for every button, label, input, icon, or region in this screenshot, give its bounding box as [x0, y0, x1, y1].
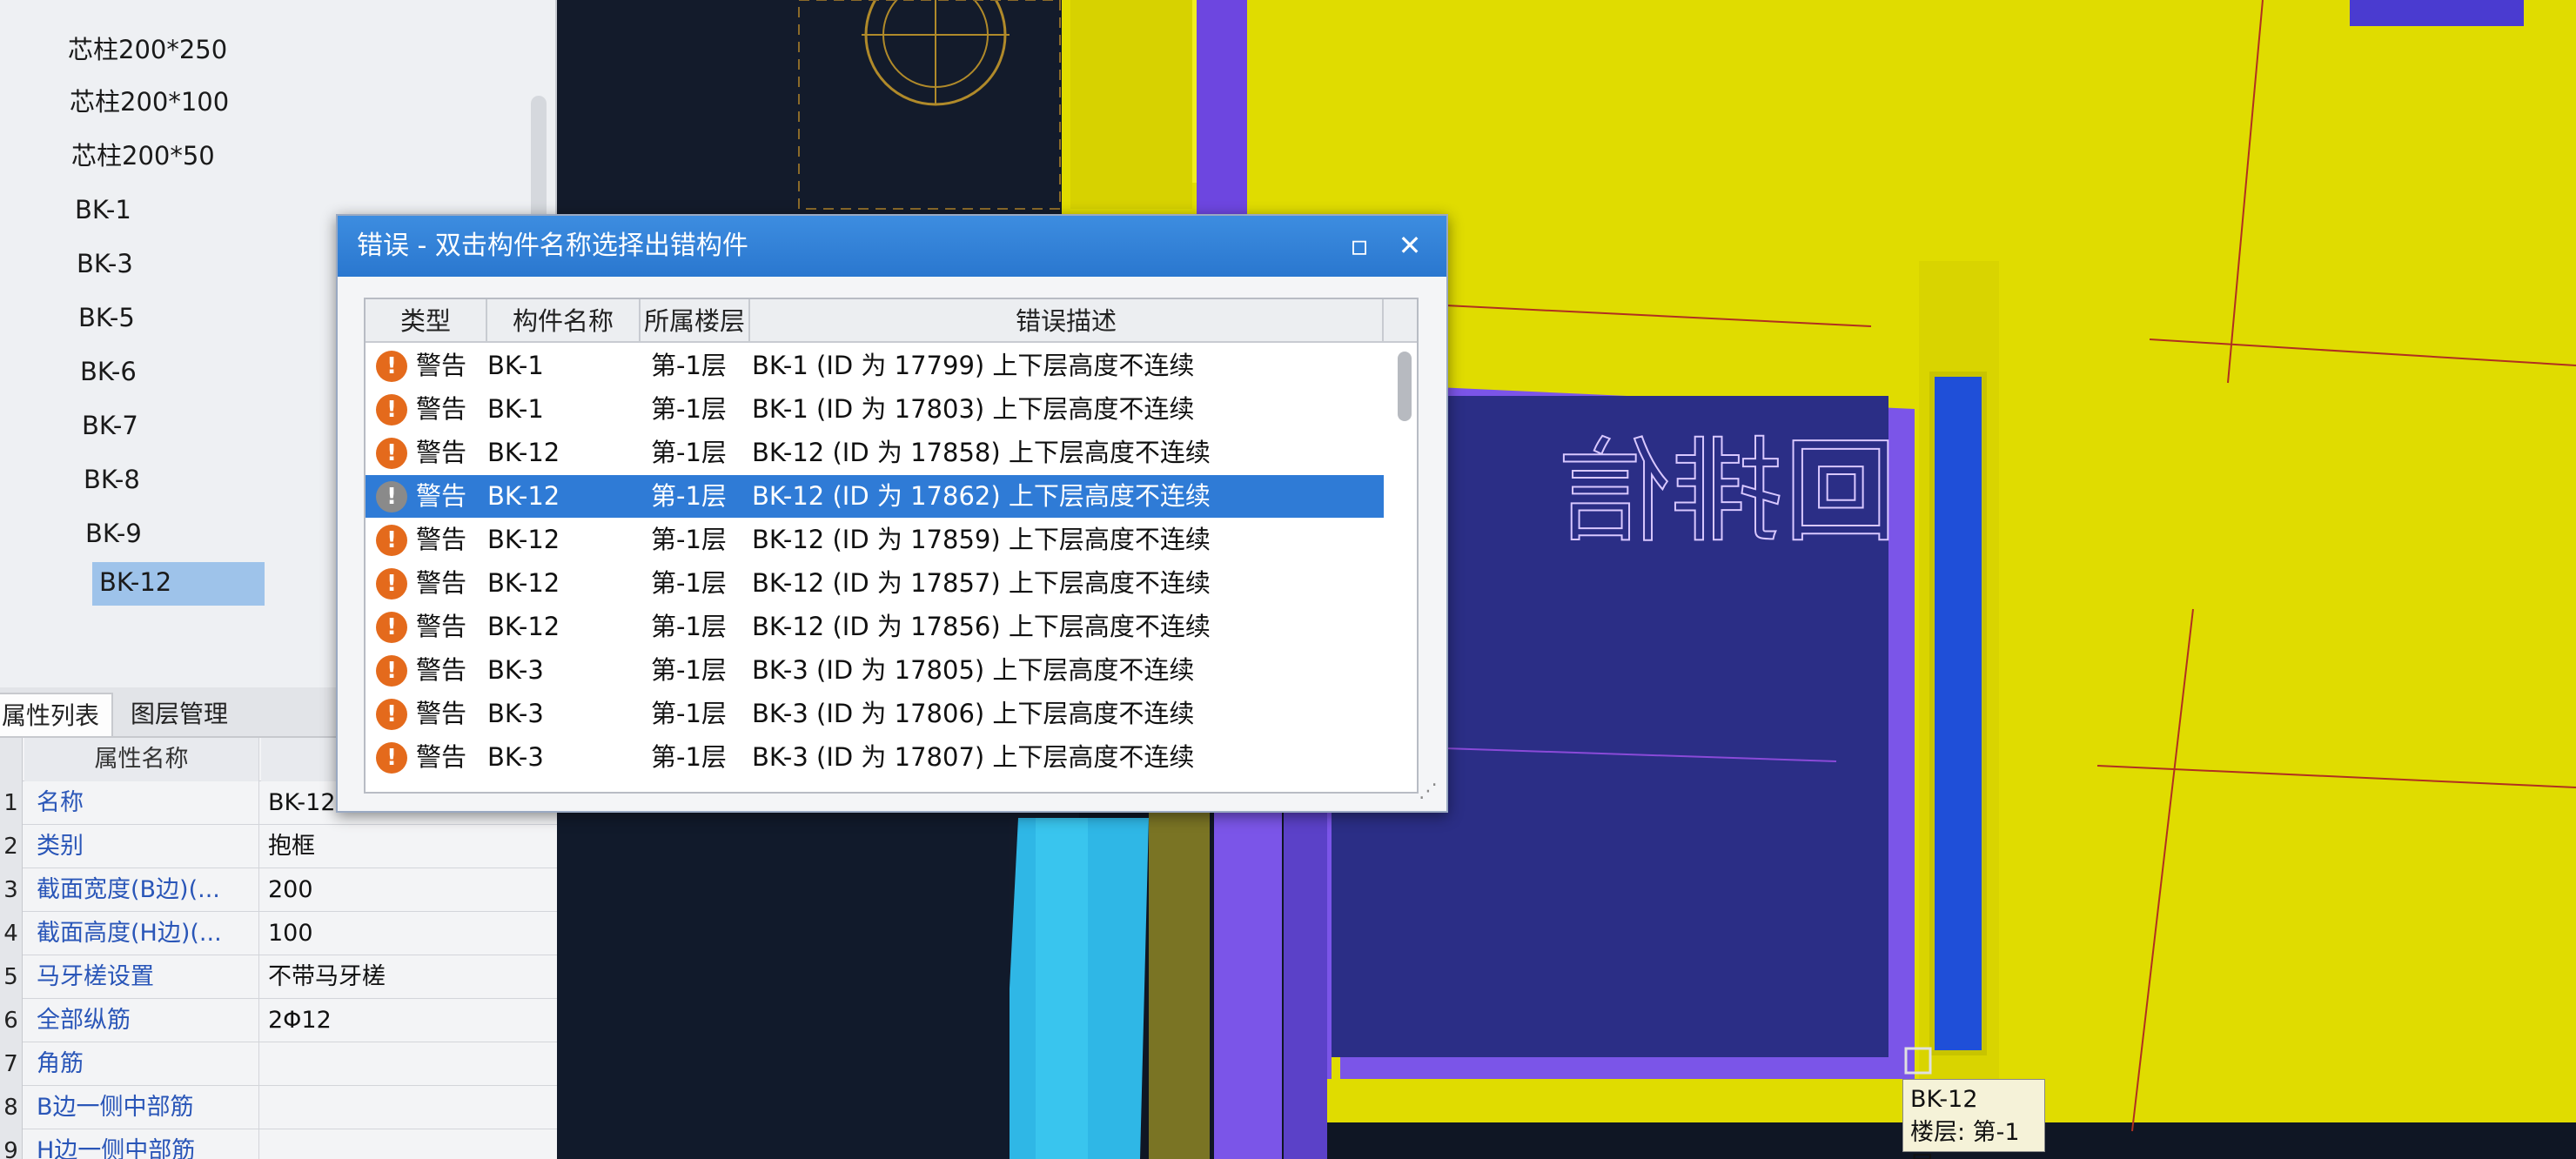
- warning-icon: !: [376, 438, 407, 469]
- column-property-name: 属性名称: [24, 738, 259, 781]
- tree-item[interactable]: BK-3: [70, 244, 140, 284]
- resize-grip-icon[interactable]: ⋰: [1419, 780, 1438, 802]
- tab-layer-manager[interactable]: 图层管理: [118, 693, 240, 736]
- column-desc[interactable]: 错误描述: [750, 299, 1384, 343]
- tree-item[interactable]: BK-5: [71, 298, 142, 338]
- error-row-selected[interactable]: ! 警告 BK-12 第-1层 BK-12 (ID 为 17862) 上下层高度…: [366, 475, 1384, 518]
- error-row[interactable]: ! 警告 BK-12 第-1层 BK-12 (ID 为 17857) 上下层高度…: [366, 562, 1384, 605]
- close-icon[interactable]: ✕: [1392, 228, 1427, 263]
- warning-icon: !: [376, 742, 407, 774]
- tooltip-name: BK-12: [1910, 1086, 1978, 1113]
- tree-item[interactable]: BK-1: [68, 190, 138, 230]
- error-row[interactable]: ! 警告 BK-3 第-1层 BK-3 (ID 为 17806) 上下层高度不连…: [366, 693, 1384, 735]
- tree-item[interactable]: BK-6: [73, 352, 144, 392]
- tree-item[interactable]: 芯柱200*50: [64, 136, 222, 176]
- error-row[interactable]: ! 警告 BK-3 第-1层 BK-3 (ID 为 17807) 上下层高度不连…: [366, 736, 1384, 779]
- restore-icon[interactable]: ▫: [1342, 228, 1377, 263]
- property-row[interactable]: 2 类别 抱框: [0, 825, 557, 868]
- error-list: 类型 构件名称 所属楼层 错误描述 ! 警告 BK-1 第-1层 BK-1 (I…: [364, 298, 1419, 794]
- warning-icon: !: [376, 351, 407, 382]
- warning-icon: !: [376, 655, 407, 687]
- error-list-scrollbar[interactable]: [1398, 352, 1412, 421]
- warning-icon: !: [376, 568, 407, 600]
- warning-icon: !: [376, 394, 407, 425]
- error-row[interactable]: ! 警告 BK-1 第-1层 BK-1 (ID 为 17803) 上下层高度不连…: [366, 388, 1384, 431]
- tree-item[interactable]: 芯柱200*100: [63, 82, 236, 122]
- error-row[interactable]: ! 警告 BK-12 第-1层 BK-12 (ID 为 17859) 上下层高度…: [366, 519, 1384, 561]
- column-name[interactable]: 构件名称: [487, 299, 641, 343]
- column-floor[interactable]: 所属楼层: [641, 299, 750, 343]
- property-row[interactable]: 9 H边一侧中部筋: [0, 1129, 557, 1159]
- tree-item[interactable]: BK-9: [78, 513, 149, 553]
- warning-icon: !: [376, 612, 407, 643]
- warning-icon: !: [376, 525, 407, 556]
- svg-text:回排信: 回排信: [1558, 425, 1897, 558]
- error-row[interactable]: ! 警告 BK-12 第-1层 BK-12 (ID 为 17856) 上下层高度…: [366, 606, 1384, 648]
- error-list-header: 类型 构件名称 所属楼层 错误描述: [366, 299, 1417, 343]
- error-dialog: 错误 - 双击构件名称选择出错构件 ▫ ✕ 类型 构件名称 所属楼层 错误描述 …: [336, 214, 1448, 813]
- property-row[interactable]: 8 B边一侧中部筋: [0, 1086, 557, 1129]
- column-type[interactable]: 类型: [366, 299, 487, 343]
- tooltip-floor: 楼层: 第-1层: [1910, 1119, 2020, 1159]
- property-row[interactable]: 7 角筋: [0, 1042, 557, 1086]
- tree-item[interactable]: BK-8: [77, 459, 147, 499]
- tab-property-list[interactable]: 属性列表: [0, 693, 114, 736]
- screen: 回排信 芯柱200*250 芯柱200*100 芯柱200*50 BK-1 BK…: [0, 0, 2576, 1159]
- warning-icon: !: [376, 481, 407, 513]
- property-row[interactable]: 4 截面高度(H边)(... 100: [0, 912, 557, 955]
- error-row[interactable]: ! 警告 BK-12 第-1层 BK-12 (ID 为 17858) 上下层高度…: [366, 432, 1384, 474]
- property-row[interactable]: 5 马牙槎设置 不带马牙槎: [0, 955, 557, 999]
- property-row[interactable]: 6 全部纵筋 2Φ12: [0, 999, 557, 1042]
- component-tooltip: BK-12 楼层: 第-1层: [1902, 1079, 2045, 1159]
- tree-item[interactable]: 芯柱200*250: [61, 30, 234, 70]
- dialog-title-bar[interactable]: 错误 - 双击构件名称选择出错构件 ▫ ✕: [338, 216, 1446, 277]
- tree-item[interactable]: BK-7: [75, 405, 145, 446]
- error-row[interactable]: ! 警告 BK-1 第-1层 BK-1 (ID 为 17799) 上下层高度不连…: [366, 345, 1384, 387]
- error-row[interactable]: ! 警告 BK-3 第-1层 BK-3 (ID 为 17805) 上下层高度不连…: [366, 649, 1384, 692]
- tree-item-selected[interactable]: BK-12: [92, 562, 265, 606]
- dialog-title: 错误 - 双击构件名称选择出错构件: [357, 231, 748, 261]
- warning-icon: !: [376, 699, 407, 730]
- property-row[interactable]: 3 截面宽度(B边)(... 200: [0, 868, 557, 912]
